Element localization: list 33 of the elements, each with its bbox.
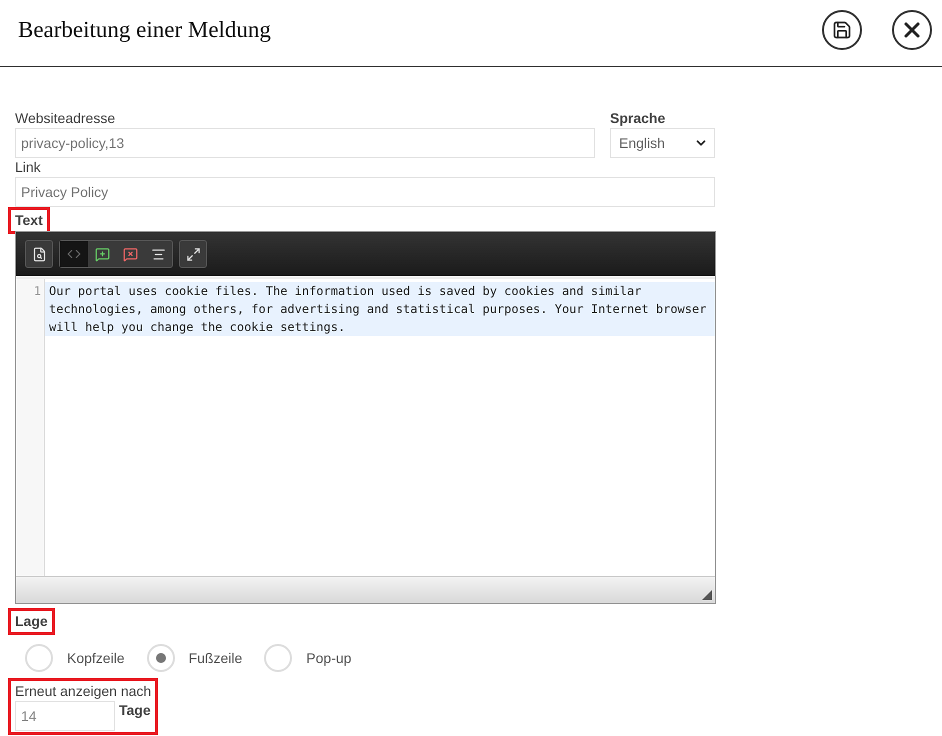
- close-button[interactable]: [892, 10, 932, 50]
- code-text: Our portal uses cookie files. The information used is saved by cookies and similar technologies, among others, for advertising and statistical purposes. Your Internet browser will help you change the cookie settings.: [49, 283, 708, 336]
- field-label: Websiteadresse: [15, 109, 116, 128]
- resize-handle-icon[interactable]: [702, 590, 712, 600]
- code-editor[interactable]: [15, 231, 716, 604]
- code-icon: [67, 247, 81, 261]
- line-number: 1: [34, 283, 41, 300]
- radio-option[interactable]: Kopfzeile: [25, 644, 125, 672]
- days-field[interactable]: 14: [15, 701, 115, 731]
- code-view-button[interactable]: [60, 241, 88, 267]
- field-label: Link: [15, 158, 41, 177]
- expand-icon: [186, 246, 200, 262]
- field-label: Lage: [15, 612, 48, 631]
- radio-option[interactable]: Fußzeile: [146, 644, 242, 672]
- website-address-field[interactable]: privacy-policy,13: [15, 128, 595, 158]
- window-title: Bearbeitung einer Meldung: [18, 17, 272, 43]
- field-label: Text: [15, 211, 43, 230]
- link-field[interactable]: Privacy Policy: [15, 177, 715, 207]
- radio-option[interactable]: Pop-up: [264, 644, 352, 672]
- radio-icon[interactable]: [146, 644, 175, 672]
- save-button[interactable]: [822, 10, 862, 50]
- add-comment-icon: [94, 246, 110, 262]
- delete-comment-icon: [122, 246, 138, 262]
- unit-label: Tage: [119, 701, 151, 720]
- radio-icon[interactable]: [264, 644, 292, 672]
- preview-button[interactable]: [25, 240, 53, 268]
- field-label: Sprache: [610, 109, 666, 128]
- text-lines-icon: [150, 246, 166, 262]
- document-search-icon: [32, 246, 46, 262]
- language-select[interactable]: English: [610, 128, 715, 158]
- field-label: Erneut anzeigen nach: [15, 682, 152, 701]
- fullscreen-button[interactable]: [179, 240, 207, 268]
- radio-icon[interactable]: [25, 644, 53, 672]
